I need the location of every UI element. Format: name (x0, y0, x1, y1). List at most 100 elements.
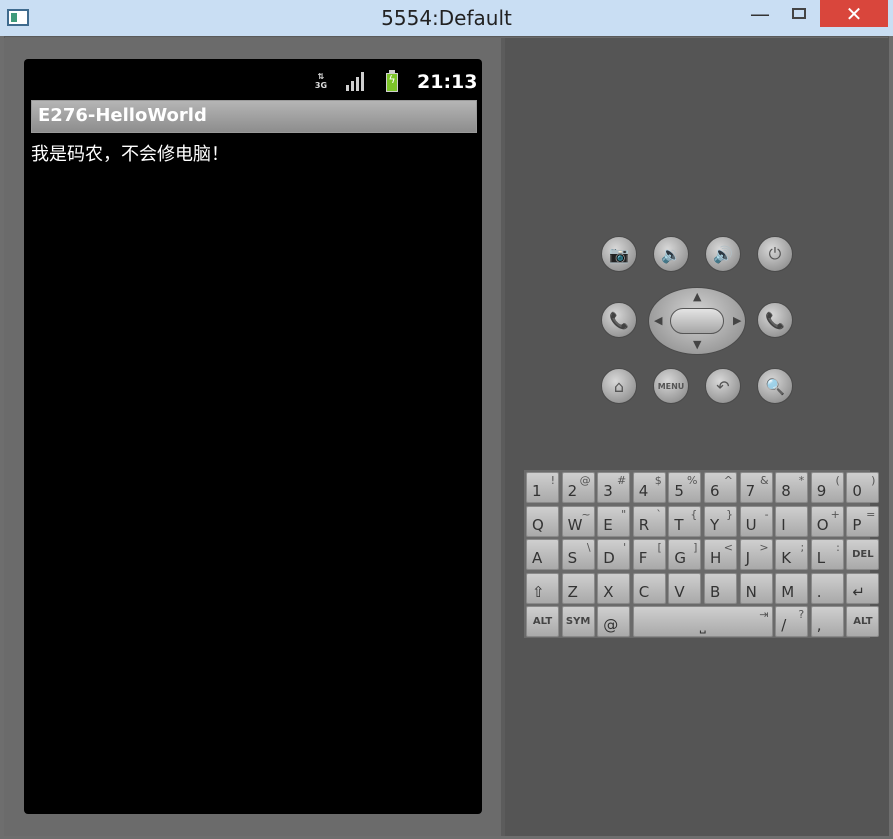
comma-key[interactable]: , (810, 606, 844, 637)
shift-key[interactable]: ⇧ (526, 572, 559, 604)
window-titlebar: 5554:Default — ✕ (0, 0, 893, 36)
dpad-center-button[interactable] (670, 308, 724, 334)
volume-down-button[interactable]: 🔉 (653, 236, 689, 272)
key-o[interactable]: O + (810, 505, 844, 537)
slash-key[interactable]: /? (775, 606, 809, 637)
key-b[interactable]: B (704, 572, 737, 604)
key-r[interactable]: R ` (632, 505, 666, 537)
key-z[interactable]: Z (561, 572, 595, 604)
enter-key[interactable]: ↵ (846, 572, 880, 604)
delete-key[interactable]: DEL (846, 539, 880, 570)
camera-button[interactable]: 📷 (601, 236, 637, 272)
key-n[interactable]: N (739, 572, 773, 604)
key-i[interactable]: I (775, 505, 809, 537)
dpad-right-icon: ▶ (733, 314, 742, 327)
device-screen[interactable] (24, 59, 482, 814)
key-label: L (816, 549, 826, 567)
maximize-button[interactable] (781, 0, 817, 27)
key-m[interactable]: M (775, 572, 809, 604)
key-label: O (816, 515, 829, 534)
key-alt-label: ~ (581, 507, 591, 521)
menu-label: MENU (657, 381, 685, 391)
volume-down-icon: 🔉 (661, 244, 681, 264)
key-p[interactable]: P = (846, 505, 880, 537)
key-x[interactable]: X (597, 572, 631, 604)
key-label: SYM (565, 616, 591, 627)
call-button[interactable]: 📞 (601, 302, 637, 338)
sym-key[interactable]: SYM (561, 606, 595, 637)
key-alt-label: > (759, 541, 769, 554)
key-alt-label: % (686, 474, 698, 487)
key-7[interactable]: 7 & (739, 472, 773, 503)
key-l[interactable]: L: (810, 539, 844, 570)
app-title-bar: E276-HelloWorld (31, 100, 477, 133)
key-c[interactable]: C (632, 572, 666, 604)
key-label: Y (710, 515, 720, 534)
at-key[interactable]: @ (597, 606, 631, 637)
key-label: , (816, 616, 822, 634)
key-q[interactable]: Q (526, 505, 559, 537)
end-call-button[interactable]: 📞 (757, 302, 793, 338)
key-v[interactable]: V (668, 572, 702, 604)
phone-red-icon: 📞 (765, 310, 785, 330)
volume-up-icon: 🔊 (713, 244, 733, 264)
key-label: P (852, 515, 862, 534)
alt-right-key[interactable]: ALT (846, 606, 880, 637)
key-label: Q (532, 515, 544, 534)
key-y[interactable]: Y} (704, 505, 737, 537)
search-icon: 🔍 (765, 376, 785, 396)
key-alt-label: ' (623, 541, 627, 554)
space-key[interactable]: ⎵ ⇥ (632, 606, 773, 637)
back-button[interactable]: ↶ (705, 368, 741, 404)
key-label: K (781, 549, 792, 567)
key-9[interactable]: 9( (810, 472, 844, 503)
key-t[interactable]: T{ (668, 505, 702, 537)
minimize-button[interactable]: — (741, 0, 779, 27)
key-j[interactable]: J > (739, 539, 773, 570)
key-alt-label: # (616, 474, 627, 487)
key-h[interactable]: H < (704, 539, 737, 570)
key-2[interactable]: 2 @ (561, 472, 595, 503)
close-button[interactable]: ✕ (820, 0, 888, 27)
key-alt-label: * (798, 474, 805, 487)
key-3[interactable]: 3 # (597, 472, 631, 503)
key-5[interactable]: 5% (668, 472, 702, 503)
key-label: DEL (852, 549, 874, 560)
search-button[interactable]: 🔍 (757, 368, 793, 404)
key-1[interactable]: 1! (526, 472, 559, 503)
key-label: 9 (816, 482, 827, 500)
key-label: J (745, 549, 751, 567)
key-e[interactable]: E " (597, 505, 631, 537)
key-6[interactable]: 6 ^ (704, 472, 737, 503)
menu-button[interactable]: MENU (653, 368, 689, 404)
home-button[interactable]: ⌂ (601, 368, 637, 404)
key-alt-label: $ (654, 474, 662, 487)
key-alt-label: : (836, 541, 840, 554)
key-f[interactable]: F[ (632, 539, 666, 570)
key-s[interactable]: S \ (561, 539, 595, 570)
key-label: Z (567, 582, 578, 601)
key-alt-label: ( (835, 474, 840, 487)
key-u[interactable]: U- (739, 505, 773, 537)
power-button[interactable]: ⏻ (757, 236, 793, 272)
key-k[interactable]: K; (775, 539, 809, 570)
key-g[interactable]: G] (668, 539, 702, 570)
maximize-icon (792, 8, 806, 19)
key-label: S (567, 549, 578, 567)
key-w[interactable]: W ~ (561, 505, 595, 537)
status-bar: ⇅ 3G ϟ 21:13 (24, 68, 482, 96)
key-label: N (745, 582, 757, 601)
key-8[interactable]: 8 * (775, 472, 809, 503)
key-a[interactable]: A (526, 539, 559, 570)
volume-up-button[interactable]: 🔊 (705, 236, 741, 272)
hello-text: 我是码农，不会修电脑！ (31, 144, 229, 165)
key-label: U (745, 515, 757, 534)
key-0[interactable]: 0) (846, 472, 880, 503)
key-alt-label: ^ (723, 474, 733, 487)
key-label: 6 (710, 482, 720, 500)
alt-left-key[interactable]: ALT (526, 606, 559, 637)
key-4[interactable]: 4 $ (632, 472, 666, 503)
key-period[interactable]: . (810, 572, 844, 604)
key-d[interactable]: D ' (597, 539, 631, 570)
key-alt-label: ! (550, 474, 555, 487)
